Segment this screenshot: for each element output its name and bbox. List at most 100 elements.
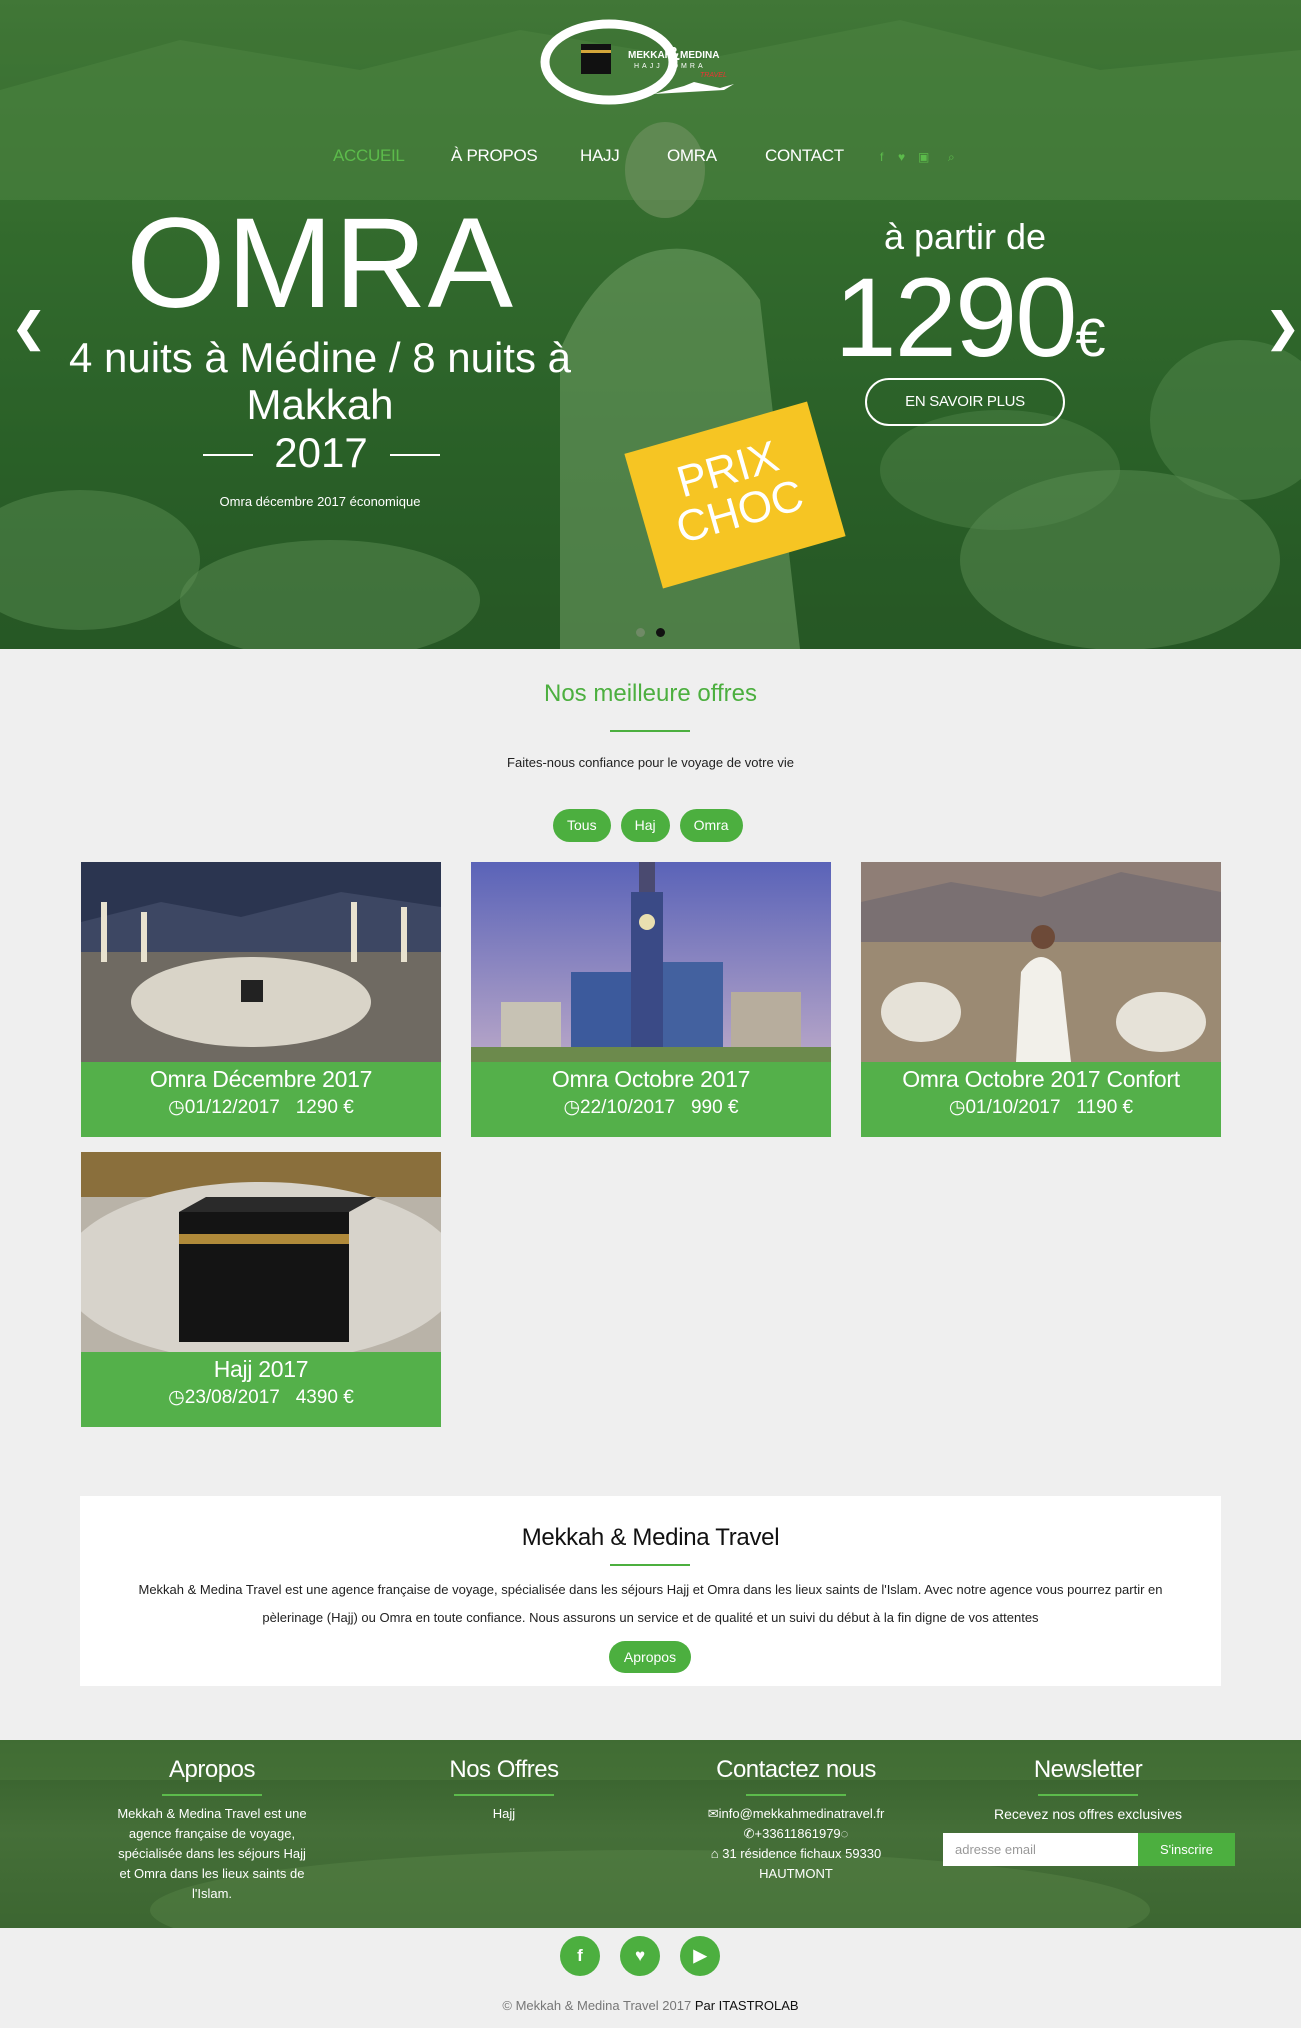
footer-offres-underline <box>454 1794 554 1796</box>
offer-title: Omra Octobre 2017 <box>551 1066 751 1092</box>
footer-apropos-title: Apropos <box>169 1756 255 1783</box>
footer-address-line2: HAUTMONT <box>759 1866 833 1881</box>
offer-price: 1290 € <box>295 1097 354 1118</box>
newsletter-subscribe-button[interactable]: S'inscrire <box>1138 1833 1235 1866</box>
clock-icon: ◷ <box>168 1387 185 1408</box>
footer-apropos: Apropos Mekkah & Medina Travel est une a… <box>67 1756 357 1904</box>
footer-newsletter: Newsletter Recevez nos offres exclusives <box>943 1756 1233 1824</box>
hero-price-currency: € <box>1075 308 1106 368</box>
phone-icon: ✆ <box>743 1826 755 1841</box>
hero-year-rule-right <box>390 454 440 456</box>
hero-caption: Omra décembre 2017 économique <box>219 494 421 509</box>
copyright-text: © Mekkah & Medina Travel 2017 <box>502 1998 692 2013</box>
offer-meta: ◷22/10/2017 990 € <box>471 1096 831 1119</box>
hero-from-label: à partir de <box>883 216 1047 257</box>
offer-image-clock-tower <box>471 862 831 1062</box>
footer-contact-info: ✉info@mekkahmedinatravel.fr ✆+3361186197… <box>651 1804 941 1884</box>
logo-ampersand: & <box>667 44 680 64</box>
slider-dot-2[interactable] <box>656 628 666 637</box>
hero-price-value: 1290 <box>834 255 1077 380</box>
hero-price: 1290€ <box>820 262 1120 374</box>
nav-item-contact[interactable]: CONTACT <box>765 146 844 166</box>
copyright: © Mekkah & Medina Travel 2017 Par ITASTR… <box>0 1998 1301 2013</box>
logo-name-line2: MEDINA <box>680 50 720 61</box>
envelope-icon: ✉ <box>707 1806 719 1821</box>
footer-offres: Nos Offres Hajj <box>359 1756 649 1824</box>
offer-title: Omra Décembre 2017 <box>149 1066 373 1092</box>
newsletter-email-input[interactable]: adresse email <box>943 1833 1138 1866</box>
offer-date: 23/08/2017 <box>184 1387 280 1408</box>
youtube-icon[interactable]: ▶ <box>680 1936 720 1976</box>
home-icon: ⌂ <box>710 1846 719 1861</box>
logo-travel: TRAVEL <box>700 72 727 79</box>
nav-item-omra[interactable]: OMRA <box>667 146 717 166</box>
offer-meta: ◷01/10/2017 1190 € <box>861 1096 1221 1119</box>
offer-image-kaaba <box>81 1152 441 1352</box>
hero-cta-button[interactable]: EN SAVOIR PLUS <box>865 378 1065 426</box>
footer-email[interactable]: info@mekkahmedinatravel.fr <box>719 1806 885 1821</box>
footer-apropos-underline <box>162 1794 262 1796</box>
about-box: Mekkah & Medina Travel Mekkah & Medina T… <box>80 1496 1221 1686</box>
offer-date: 01/10/2017 <box>965 1097 1061 1118</box>
offers-title-underline <box>610 730 690 732</box>
offer-filters: Tous Haj Omra <box>553 809 753 842</box>
offer-card-omra-decembre[interactable]: Omra Décembre 2017 ◷01/12/2017 1290 € <box>81 862 441 1137</box>
footer-offres-link[interactable]: Hajj <box>359 1804 649 1824</box>
slider-prev-icon[interactable]: ❮ <box>12 305 46 351</box>
footer-news-underline <box>1038 1794 1138 1796</box>
clock-icon: ◷ <box>948 1097 966 1118</box>
logo-tagline: HAJJ OMRA <box>634 63 706 70</box>
footer-contact-underline <box>746 1794 846 1796</box>
about-underline <box>610 1564 690 1566</box>
footer-phone[interactable]: +33611861979 <box>755 1826 841 1841</box>
hero-year: 2017 <box>274 429 368 476</box>
offer-price: 990 € <box>690 1097 739 1118</box>
nav-item-hajj[interactable]: HAJJ <box>580 146 620 166</box>
offer-meta: ◷01/12/2017 1290 € <box>81 1096 441 1119</box>
offer-card-hajj[interactable]: Hajj 2017 ◷23/08/2017 4390 € <box>81 1152 441 1427</box>
footer-offres-title: Nos Offres <box>449 1756 559 1783</box>
filter-tous[interactable]: Tous <box>553 809 611 842</box>
offer-card-band: Hajj 2017 ◷23/08/2017 4390 € <box>81 1352 441 1427</box>
youtube-icon[interactable]: ▣ <box>918 150 929 164</box>
slider-next-icon[interactable]: ❯ <box>1266 305 1300 351</box>
facebook-icon[interactable]: f <box>880 150 883 164</box>
site-logo[interactable]: MEKKAH & MEDINA HAJJ OMRA TRAVEL <box>534 12 740 108</box>
copyright-author-link[interactable]: Par ITASTROLAB <box>695 1998 799 2013</box>
twitter-icon[interactable]: ♥ <box>620 1936 660 1976</box>
footer-news-title: Newsletter <box>1033 1756 1143 1783</box>
offer-image-mosque-night <box>81 862 441 1062</box>
footer-apropos-text: Mekkah & Medina Travel est une agence fr… <box>117 1806 307 1901</box>
offer-image-pilgrims <box>861 862 1221 1062</box>
hero-slider: MEKKAH & MEDINA HAJJ OMRA TRAVEL ACCUEIL… <box>0 0 1301 649</box>
whatsapp-icon: ◌ <box>840 1826 849 1841</box>
offer-date: 01/12/2017 <box>184 1097 280 1118</box>
footer-contact-title: Contactez nous <box>716 1756 876 1783</box>
footer: Apropos Mekkah & Medina Travel est une a… <box>0 1740 1301 1928</box>
clock-icon: ◷ <box>563 1097 581 1118</box>
about-title: Mekkah & Medina Travel <box>521 1524 780 1551</box>
offers-subtitle: Faites-nous confiance pour le voyage de … <box>507 755 794 770</box>
offer-title: Omra Octobre 2017 Confort <box>902 1066 1180 1092</box>
main-nav: ACCUEIL À PROPOS HAJJ OMRA CONTACT f ♥ ▣… <box>0 146 1301 172</box>
nav-item-accueil[interactable]: ACCUEIL <box>333 146 405 166</box>
offer-date: 22/10/2017 <box>580 1097 676 1118</box>
about-button[interactable]: Apropos <box>609 1641 691 1673</box>
slider-dots <box>636 624 672 642</box>
offer-card-band: Omra Octobre 2017 ◷22/10/2017 990 € <box>471 1062 831 1137</box>
footer-contact: Contactez nous ✉info@mekkahmedinatravel.… <box>651 1756 941 1884</box>
filter-omra[interactable]: Omra <box>679 809 743 842</box>
filter-haj[interactable]: Haj <box>620 809 670 842</box>
logo-name-line1: MEKKAH <box>628 50 672 61</box>
slider-dot-1[interactable] <box>636 628 645 637</box>
offers-title: Nos meilleure offres <box>544 680 757 707</box>
footer-news-text: Recevez nos offres exclusives <box>993 1806 1183 1822</box>
facebook-icon[interactable]: f <box>560 1936 600 1976</box>
about-text: Mekkah & Medina Travel est une agence fr… <box>138 1582 1163 1625</box>
offer-card-band: Omra Décembre 2017 ◷01/12/2017 1290 € <box>81 1062 441 1137</box>
nav-item-a-propos[interactable]: À PROPOS <box>451 146 538 166</box>
search-icon[interactable]: ⌕ <box>948 150 955 165</box>
twitter-icon[interactable]: ♥ <box>898 150 905 164</box>
offer-card-omra-confort[interactable]: Omra Octobre 2017 Confort ◷01/10/2017 11… <box>861 862 1221 1137</box>
offer-card-omra-octobre[interactable]: Omra Octobre 2017 ◷22/10/2017 990 € <box>471 862 831 1137</box>
